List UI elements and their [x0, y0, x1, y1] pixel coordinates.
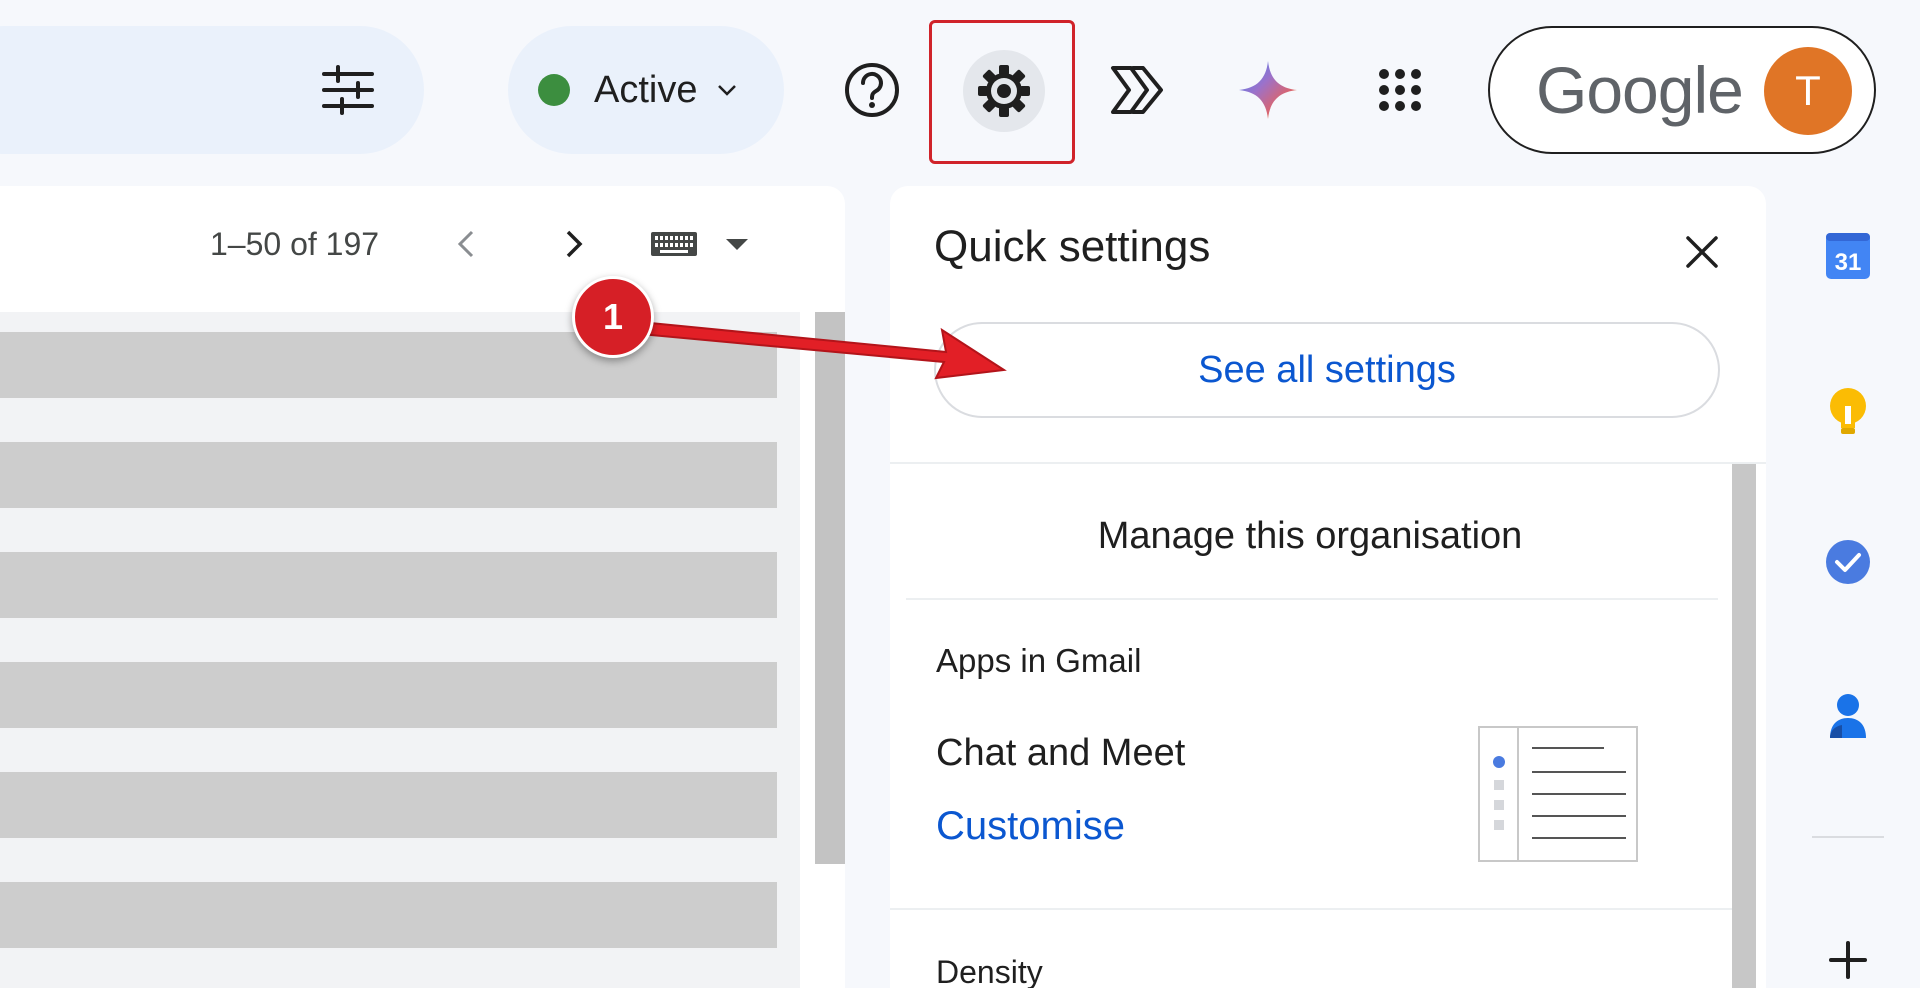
quick-settings-title: Quick settings	[934, 222, 1211, 271]
help-icon	[845, 63, 899, 117]
settings-gear-icon	[978, 65, 1030, 117]
see-all-settings-button[interactable]: See all settings	[934, 322, 1720, 418]
chevron-right-icon	[566, 230, 583, 258]
message-row[interactable]	[0, 662, 777, 728]
newer-page-button[interactable]	[552, 222, 596, 266]
message-list-scrollbar[interactable]	[815, 312, 845, 864]
add-icon	[1829, 941, 1867, 979]
keep-button[interactable]	[1808, 372, 1888, 452]
chat-layout-illustration	[1493, 728, 1626, 860]
keyboard-icon	[651, 232, 697, 256]
message-list	[0, 312, 800, 988]
older-page-button[interactable]	[444, 222, 488, 266]
status-label: Active	[594, 68, 698, 111]
gemini-button[interactable]	[1228, 50, 1308, 130]
sparkle-shortcut-icon	[1111, 66, 1163, 114]
svg-text:31: 31	[1835, 249, 1862, 276]
divider	[890, 908, 1732, 910]
message-row[interactable]	[0, 552, 777, 618]
status-selector[interactable]: Active	[508, 26, 784, 154]
chat-and-meet-label: Chat and Meet	[936, 732, 1186, 774]
manage-organisation-link[interactable]: Manage this organisation	[890, 476, 1730, 596]
divider	[906, 598, 1718, 600]
settings-button[interactable]	[963, 50, 1045, 132]
account-chip[interactable]: Google T	[1488, 26, 1876, 154]
shortcut-button[interactable]	[1096, 50, 1176, 130]
chat-layout-thumbnail	[1478, 726, 1638, 862]
calendar-button[interactable]: 31	[1808, 216, 1888, 296]
step-number-badge: 1	[572, 276, 654, 358]
apps-in-gmail-heading: Apps in Gmail	[936, 642, 1142, 679]
message-row[interactable]	[0, 882, 777, 948]
input-tools-toggle[interactable]	[650, 230, 750, 258]
get-add-ons-button[interactable]	[1808, 920, 1888, 988]
google-apps-button[interactable]	[1360, 50, 1440, 130]
help-button[interactable]	[832, 50, 912, 130]
side-panel-apps: 31	[1776, 186, 1920, 988]
close-quick-settings-button[interactable]	[1674, 224, 1730, 280]
message-row[interactable]	[0, 332, 777, 398]
divider	[890, 462, 1766, 464]
chevron-left-icon	[457, 230, 474, 258]
top-bar: Active Google T	[0, 0, 1920, 180]
search-options-button[interactable]	[316, 58, 380, 122]
message-row[interactable]	[0, 772, 777, 838]
tasks-icon	[1826, 540, 1870, 584]
mail-list-panel: 1–50 of 197	[0, 186, 845, 988]
pagination-count: 1–50 of 197	[210, 226, 380, 262]
caret-down-icon	[726, 239, 748, 250]
quick-settings-scrollbar[interactable]	[1732, 464, 1756, 988]
customise-link[interactable]: Customise	[936, 804, 1125, 849]
status-dot	[538, 74, 570, 106]
message-row[interactable]	[0, 442, 777, 508]
gemini-icon	[1239, 61, 1297, 119]
density-heading: Density	[936, 954, 1043, 988]
close-icon	[1686, 236, 1718, 268]
quick-settings-panel: Quick settings See all settings Manage t…	[890, 186, 1766, 988]
avatar[interactable]: T	[1764, 47, 1852, 135]
contacts-button[interactable]	[1808, 676, 1888, 756]
filter-icon	[322, 65, 374, 115]
contacts-icon	[1830, 694, 1866, 738]
google-logo: Google	[1536, 53, 1744, 127]
tasks-button[interactable]	[1808, 522, 1888, 602]
chevron-down-icon	[718, 85, 737, 96]
divider	[1812, 836, 1884, 838]
calendar-icon: 31	[1826, 233, 1870, 279]
keep-icon	[1830, 388, 1866, 434]
apps-grid-icon	[1379, 69, 1421, 111]
